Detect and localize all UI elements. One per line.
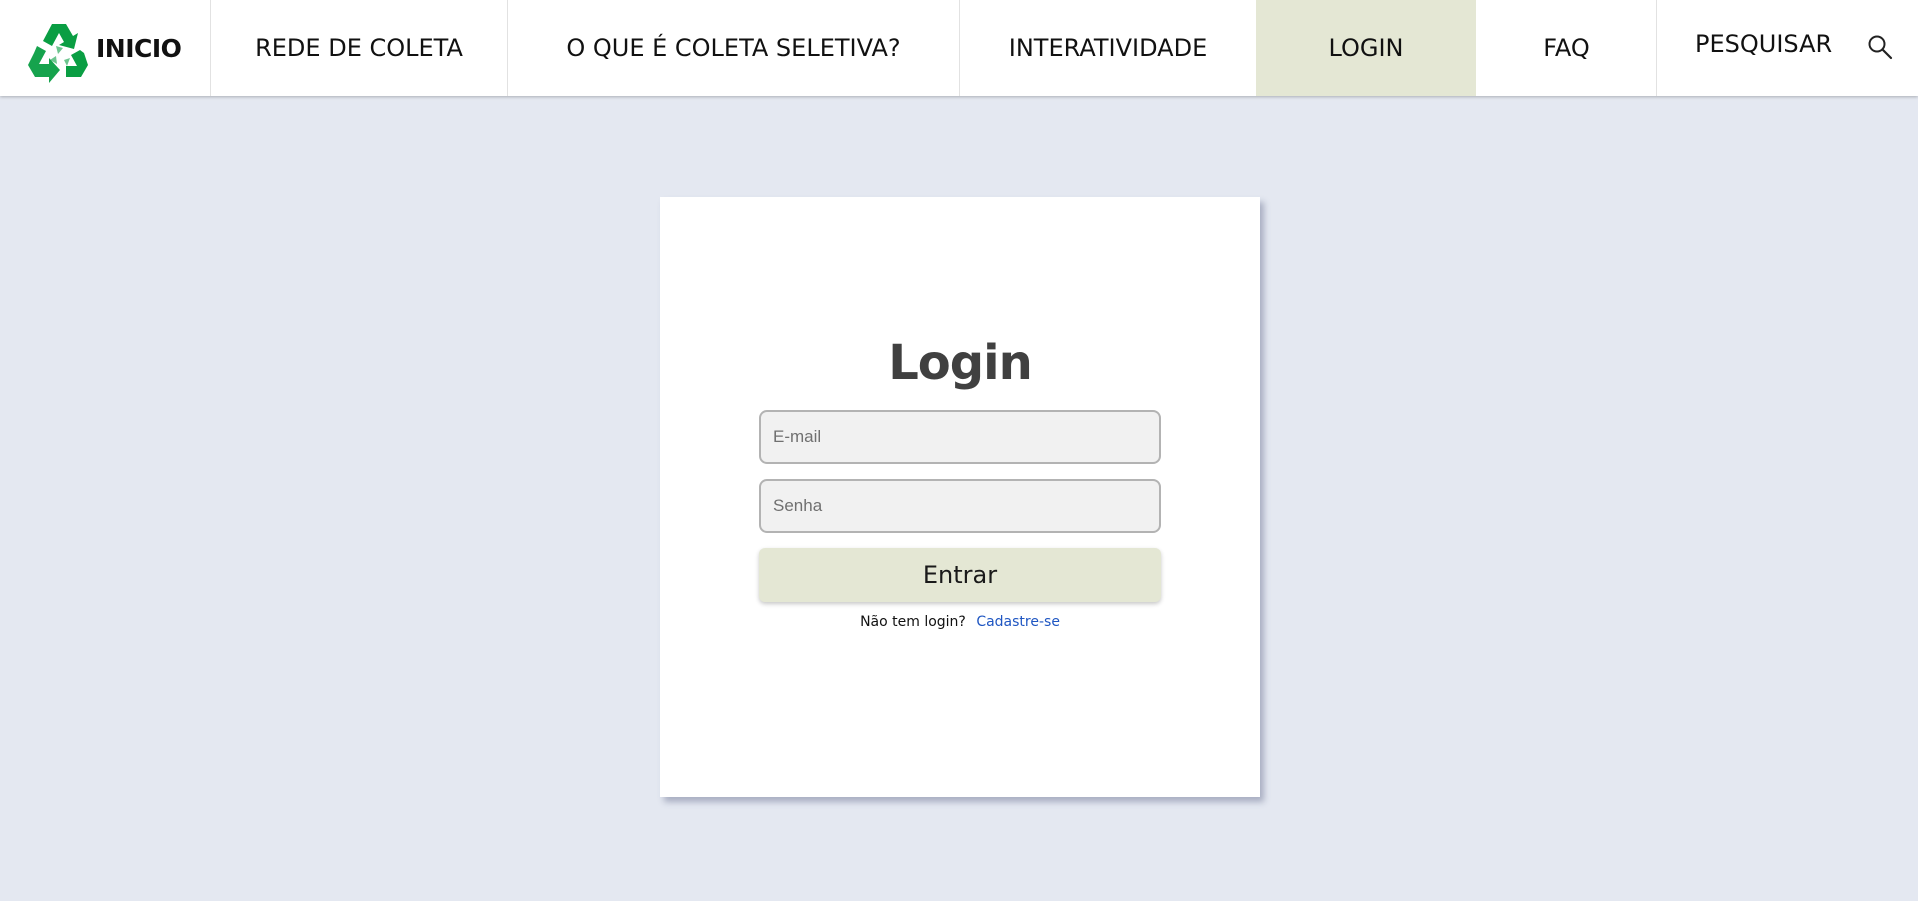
login-title: Login — [888, 335, 1033, 391]
password-input[interactable] — [759, 479, 1161, 533]
top-navbar: INICIO REDE DE COLETA O QUE É COLETA SEL… — [0, 0, 1918, 96]
home-label: INICIO — [96, 34, 182, 63]
login-card: Login Entrar Não tem login? Cadastre-se — [660, 197, 1260, 797]
login-submit-button[interactable]: Entrar — [759, 548, 1161, 602]
signup-prompt: Não tem login? — [860, 614, 966, 630]
magnifier-icon — [1868, 35, 1893, 60]
home-link[interactable]: INICIO — [0, 0, 210, 96]
nav-item-interatividade[interactable]: INTERATIVIDADE — [960, 0, 1256, 96]
nav-item-login[interactable]: LOGIN — [1256, 0, 1476, 96]
nav-item-faq[interactable]: FAQ — [1476, 0, 1657, 96]
nav-item-rede-de-coleta[interactable]: REDE DE COLETA — [211, 0, 507, 96]
search-button[interactable]: PESQUISAR — [1657, 0, 1918, 96]
search-label: PESQUISAR — [1695, 30, 1833, 58]
email-input[interactable] — [759, 410, 1161, 464]
nav-item-coleta-seletiva[interactable]: O QUE É COLETA SELETIVA? — [508, 0, 959, 96]
recycle-logo-icon — [28, 24, 88, 83]
signup-row: Não tem login? Cadastre-se — [660, 614, 1260, 630]
signup-link[interactable]: Cadastre-se — [976, 614, 1060, 630]
